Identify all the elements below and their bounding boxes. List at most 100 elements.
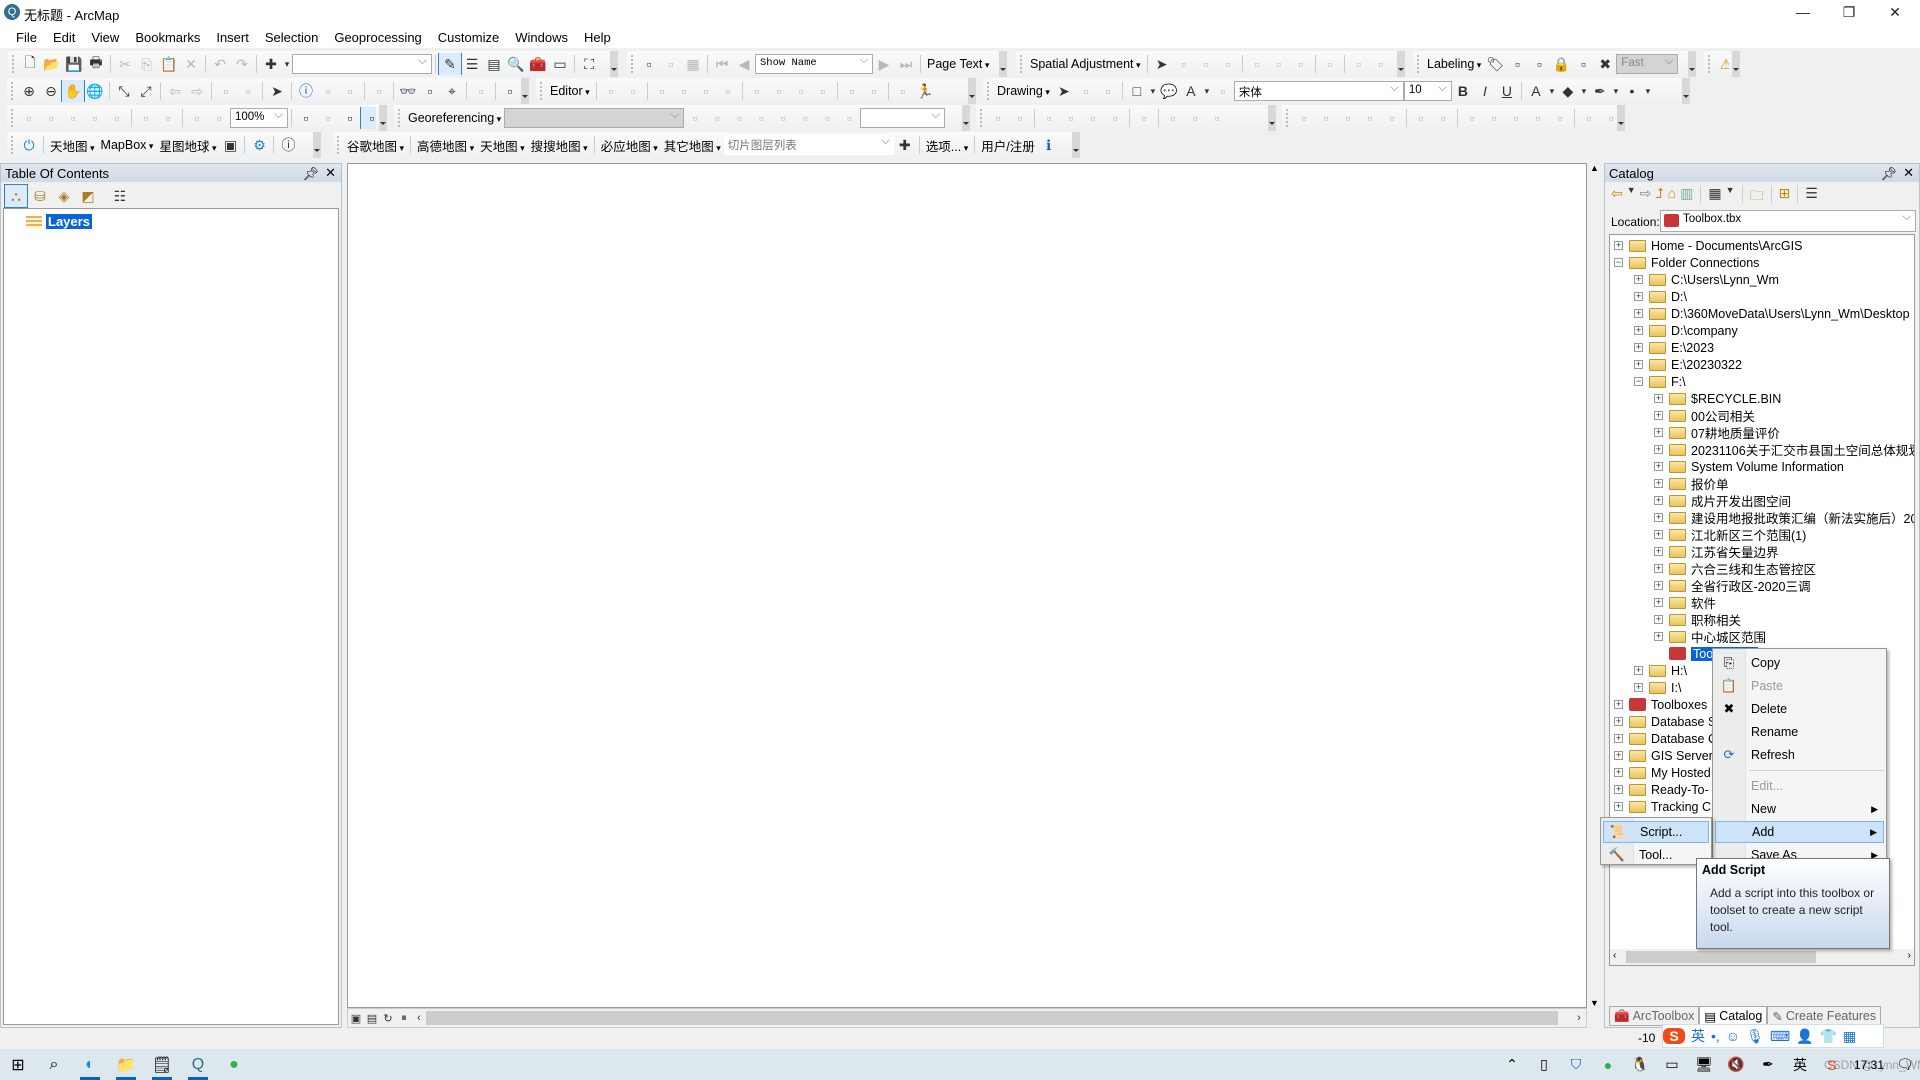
- chevron-up-icon[interactable]: ⌃: [1496, 1056, 1528, 1073]
- scroll-up-icon[interactable]: ▲: [1590, 163, 1599, 173]
- tree-item[interactable]: + Tracking C: [1614, 798, 1711, 815]
- menu-customize[interactable]: Customize: [430, 30, 507, 45]
- collapse-icon[interactable]: −: [1634, 377, 1643, 386]
- menu-button--[interactable]: 用户/注册: [978, 136, 1037, 155]
- underline-icon[interactable]: U: [1496, 80, 1518, 102]
- focus-data-frame-icon[interactable]: ▫: [317, 107, 339, 129]
- toolbar-grip[interactable]: [1020, 55, 1024, 73]
- menu-button-labeling[interactable]: Labeling: [1424, 57, 1484, 71]
- bold-icon[interactable]: B: [1452, 80, 1474, 102]
- surface-icon[interactable]: ▫: [1432, 107, 1454, 129]
- rotate-icon[interactable]: ▫: [660, 53, 682, 75]
- data-view-icon[interactable]: ▤: [364, 1007, 380, 1029]
- control-point-2-icon[interactable]: ▫: [750, 107, 772, 129]
- tree-item[interactable]: + D:\: [1634, 288, 1687, 305]
- viewer-icon[interactable]: ▫: [816, 107, 838, 129]
- last-page-icon[interactable]: ⏭: [895, 53, 917, 75]
- toolbar-options[interactable]: [1617, 105, 1625, 131]
- toolbar-options[interactable]: [610, 51, 618, 77]
- power-icon[interactable]: ⏻: [18, 134, 40, 156]
- undo-icon[interactable]: ↶: [209, 53, 231, 75]
- expand-icon[interactable]: +: [1654, 411, 1663, 420]
- ime-punctuation-icon[interactable]: •,: [1711, 1028, 1720, 1044]
- georef-layer-combo[interactable]: [504, 108, 685, 128]
- tree-item[interactable]: + 江苏省矢量边界: [1654, 543, 1779, 560]
- expand-icon[interactable]: +: [1654, 598, 1663, 607]
- rotate-georef-icon[interactable]: ▫: [684, 107, 706, 129]
- toolbar-options[interactable]: [1688, 51, 1696, 77]
- toolbar-grip[interactable]: [11, 109, 15, 127]
- home-icon[interactable]: ⌂: [1668, 185, 1676, 209]
- cogo-sketch-icon[interactable]: ▫: [1483, 107, 1505, 129]
- tree-item[interactable]: + 江北新区三个范围(1): [1654, 526, 1806, 543]
- expand-icon[interactable]: +: [1614, 768, 1623, 777]
- tree-item[interactable]: + 六合三线和生态管控区: [1654, 560, 1816, 577]
- list-by-visibility-icon[interactable]: ◈: [53, 185, 75, 207]
- attribute-transfer-icon[interactable]: ▫: [1370, 53, 1392, 75]
- toggle-draft-icon[interactable]: ▫: [295, 107, 317, 129]
- create-viewer-icon[interactable]: ▫: [499, 80, 518, 102]
- options-icon[interactable]: ☷: [109, 185, 131, 207]
- expand-icon[interactable]: +: [1634, 360, 1643, 369]
- tree-item[interactable]: + C:\Users\Lynn_Wm: [1634, 271, 1779, 288]
- back-icon[interactable]: ⇦: [1611, 185, 1623, 209]
- expand-icon[interactable]: +: [1614, 802, 1623, 811]
- toolbar-options[interactable]: [313, 132, 321, 158]
- reshape-icon[interactable]: ▫: [812, 80, 834, 102]
- zoom-whole-page-icon[interactable]: ▫: [1097, 80, 1119, 102]
- ime-user-icon[interactable]: 👤: [1796, 1028, 1813, 1045]
- tree-horizontal-scrollbar[interactable]: ‹ ›: [1610, 949, 1914, 965]
- tree-item[interactable]: + $RECYCLE.BIN: [1654, 390, 1781, 407]
- clear-links-icon[interactable]: ▫: [1290, 53, 1312, 75]
- menu-button--[interactable]: 天地图: [477, 136, 528, 155]
- wechat-icon[interactable]: ●: [1592, 1057, 1624, 1073]
- menu-view[interactable]: View: [83, 30, 127, 45]
- tree-item[interactable]: + Ready-To-: [1614, 781, 1709, 798]
- menu-item-new[interactable]: New ▶: [1715, 798, 1884, 820]
- menu-button-spatial-adjustment[interactable]: Spatial Adjustment: [1027, 57, 1144, 71]
- expand-icon[interactable]: +: [1634, 292, 1643, 301]
- network-icon[interactable]: 🖥: [1688, 1056, 1720, 1073]
- full-extent-globe-icon[interactable]: 🌐: [84, 80, 106, 102]
- info-blue-icon[interactable]: ℹ: [1038, 134, 1060, 156]
- ime-toolbox-grid-icon[interactable]: ▦: [1843, 1028, 1856, 1045]
- menu-button-mapbox[interactable]: MapBox: [98, 138, 157, 152]
- scroll-right-icon[interactable]: ›: [1908, 950, 1911, 961]
- new-document-icon[interactable]: 🗋: [19, 53, 41, 75]
- tree-item[interactable]: + D:\360MoveData\Users\Lynn_Wm\Desktop: [1634, 305, 1910, 322]
- table-icon[interactable]: ▦: [682, 53, 704, 75]
- catalog-window-icon[interactable]: ▤: [483, 53, 505, 75]
- restore-icon[interactable]: ❐: [1826, 0, 1872, 26]
- collapse-icon[interactable]: −: [1614, 258, 1623, 267]
- go-forward-icon[interactable]: ⇨: [186, 80, 208, 102]
- limited-adjustment-icon[interactable]: ▫: [1268, 53, 1290, 75]
- toolbar-grip[interactable]: [987, 82, 991, 100]
- expand-icon[interactable]: +: [1654, 394, 1663, 403]
- tree-item[interactable]: +20231106关于汇交市县国土空间总体规划成果: [1654, 441, 1914, 458]
- tree-item[interactable]: − F:\: [1634, 373, 1686, 390]
- forward-icon[interactable]: ⇨: [1640, 185, 1652, 209]
- expand-icon[interactable]: +: [1654, 513, 1663, 522]
- dropdown-arrow-icon[interactable]: ▾: [1148, 80, 1158, 102]
- dropdown-arrow-icon[interactable]: ▾: [1643, 80, 1653, 102]
- tree-item[interactable]: + My Hosted: [1614, 764, 1711, 781]
- expand-icon[interactable]: +: [1654, 530, 1663, 539]
- menu-selection[interactable]: Selection: [257, 30, 326, 45]
- expand-icon[interactable]: +: [1634, 666, 1643, 675]
- location-combo[interactable]: Toolbox.tbx: [1660, 210, 1916, 232]
- fixed-zoom-in-icon[interactable]: ⤡: [113, 80, 135, 102]
- topology-edit-icon[interactable]: ▫: [1060, 107, 1082, 129]
- redo-icon[interactable]: ↷: [231, 53, 253, 75]
- tree-item[interactable]: + 成片开发出图空间: [1654, 492, 1791, 509]
- tree-item[interactable]: + System Volume Information: [1654, 458, 1844, 475]
- python-window-icon[interactable]: ▭: [549, 53, 571, 75]
- first-page-icon[interactable]: ⏮: [711, 53, 733, 75]
- paste-icon[interactable]: 📋: [158, 53, 180, 75]
- straight-segment-icon[interactable]: ▫: [651, 80, 673, 102]
- menu-button-page-text[interactable]: Page Text: [924, 57, 992, 71]
- tree-item[interactable]: + 中心城区范围: [1654, 628, 1766, 645]
- scale-combo[interactable]: [292, 54, 432, 74]
- map-horizontal-scrollbar[interactable]: [426, 1011, 1558, 1025]
- ime-english-icon[interactable]: 英: [1784, 1055, 1816, 1075]
- menu-button--[interactable]: 选项...: [923, 136, 971, 155]
